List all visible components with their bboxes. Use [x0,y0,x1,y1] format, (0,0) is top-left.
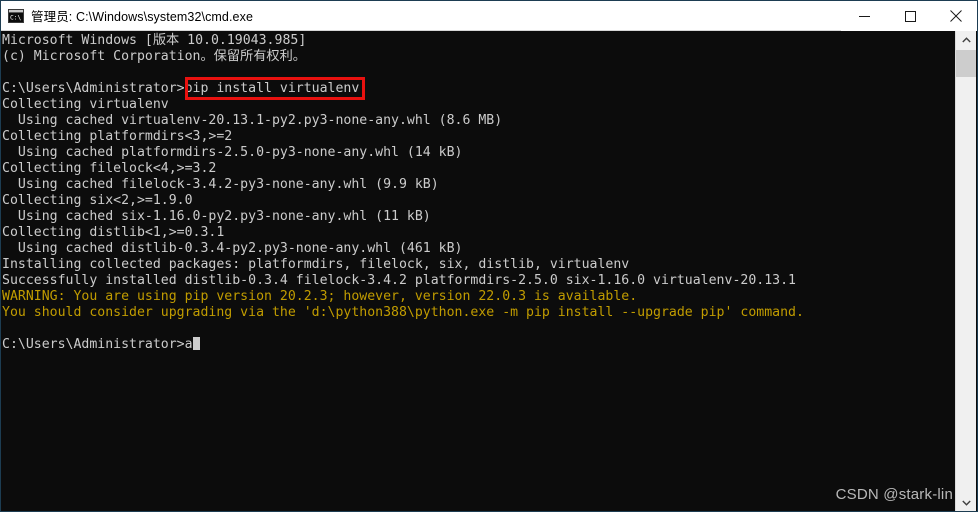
csdn-watermark: CSDN @stark-lin [835,486,953,503]
window-controls [841,1,977,31]
console-line: Collecting six<2,>=1.9.0 [2,193,193,208]
cmd-window: C:\ 管理员: C:\Windows\system32\cmd.exe Mic… [0,0,978,512]
text-cursor [192,337,200,350]
window-title: 管理员: C:\Windows\system32\cmd.exe [31,10,254,24]
console-line: Using cached platformdirs-2.5.0-py3-none… [2,145,463,160]
scroll-down-arrow-icon[interactable] [956,494,976,511]
vertical-scrollbar[interactable] [955,31,976,511]
console-line: Successfully installed distlib-0.3.4 fil… [2,273,796,288]
svg-text:C:\: C:\ [10,14,21,21]
console-line: Microsoft Windows [版本 10.0.19043.985] [2,33,307,48]
console-line: Installing collected packages: platformd… [2,257,630,272]
console-line: Using cached virtualenv-20.13.1-py2.py3-… [2,113,503,128]
console-line: (c) Microsoft Corporation。保留所有权利。 [2,49,306,64]
console-line: Using cached six-1.16.0-py2.py3-none-any… [2,209,431,224]
console-line: Collecting distlib<1,>=0.3.1 [2,225,225,240]
minimize-button[interactable] [841,1,887,31]
console-line: C:\Users\Administrator>a [2,337,957,353]
close-button[interactable] [933,1,977,31]
title-bar[interactable]: C:\ 管理员: C:\Windows\system32\cmd.exe [1,1,977,31]
console-line: WARNING: You are using pip version 20.2.… [2,289,638,304]
console-line: Using cached distlib-0.3.4-py2.py3-none-… [2,241,463,256]
console-lines: Microsoft Windows [版本 10.0.19043.985] (c)… [2,33,957,353]
console-line: Using cached filelock-3.4.2-py3-none-any… [2,177,439,192]
maximize-button[interactable] [887,1,933,31]
console-line: Collecting virtualenv [2,97,169,112]
console-line: Collecting platformdirs<3,>=2 [2,129,233,144]
scroll-up-arrow-icon[interactable] [956,31,976,49]
console-output-area[interactable]: Microsoft Windows [版本 10.0.19043.985] (c)… [1,31,957,511]
cmd-console-icon: C:\ [8,8,24,24]
console-line: Collecting filelock<4,>=3.2 [2,161,217,176]
console-line: You should consider upgrading via the 'd… [2,305,804,320]
console-line: C:\Users\Administrator>pip install virtu… [2,81,360,96]
scrollbar-thumb[interactable] [956,50,976,77]
